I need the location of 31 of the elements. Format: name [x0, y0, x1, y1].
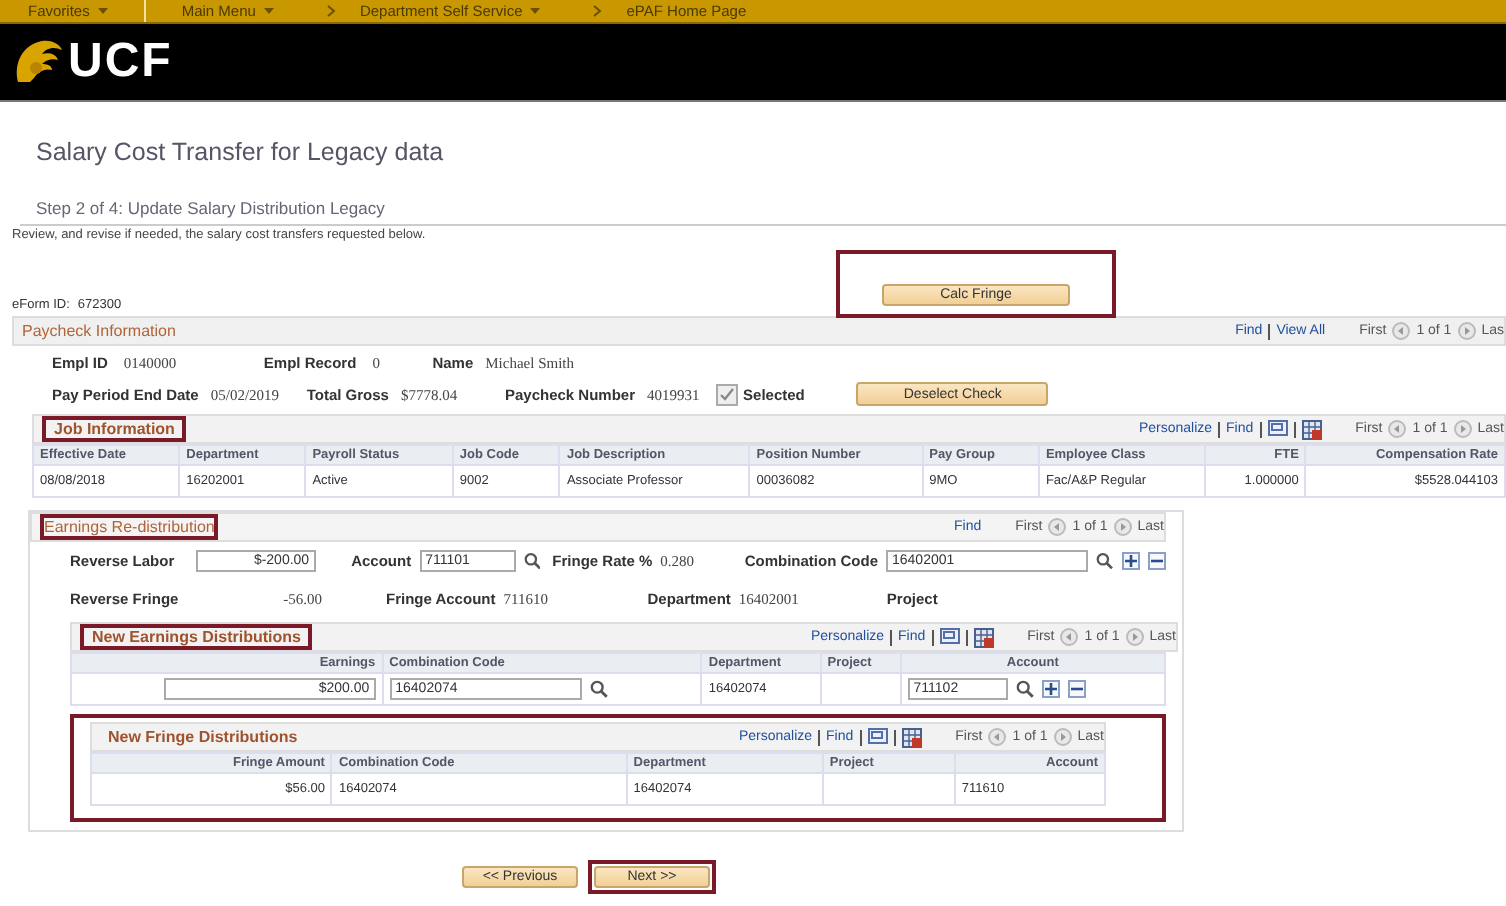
- zoom-grid-icon[interactable]: [1267, 420, 1288, 438]
- delete-row-button[interactable]: [1148, 551, 1166, 569]
- step-heading: Step 2 of 4: Update Salary Distribution Legacy: [36, 198, 387, 218]
- dropdown-arrow-icon: [263, 8, 274, 14]
- pegasus-logo-icon: [12, 38, 64, 86]
- delete-row-button[interactable]: [1067, 680, 1086, 698]
- search-icon[interactable]: [1015, 680, 1034, 698]
- add-row-button[interactable]: [1122, 551, 1140, 569]
- download-grid-icon[interactable]: [1301, 419, 1322, 439]
- logo-text: UCF: [68, 34, 173, 90]
- add-row-button[interactable]: [1041, 680, 1060, 698]
- dropdown-arrow-icon: [97, 8, 108, 14]
- zoom-grid-icon[interactable]: [867, 728, 888, 746]
- download-grid-icon[interactable]: [973, 627, 994, 647]
- minus-icon: [1069, 682, 1084, 696]
- section-title: Earnings Re-distribution: [40, 514, 219, 540]
- plus-icon: [1124, 553, 1138, 567]
- chevron-icon: [325, 4, 336, 18]
- search-icon[interactable]: [523, 551, 541, 569]
- plus-icon: [1043, 682, 1058, 696]
- page-title: Salary Cost Transfer for Legacy data: [36, 138, 446, 166]
- download-grid-icon[interactable]: [901, 727, 922, 747]
- search-icon[interactable]: [589, 680, 608, 698]
- section-title: New Fringe Distributions: [106, 728, 300, 746]
- section-title: Paycheck Information: [22, 322, 176, 340]
- dropdown-arrow-icon: [530, 8, 541, 14]
- section-title: New Earnings Distributions: [80, 624, 313, 650]
- section-title: Job Information: [42, 416, 187, 442]
- zoom-grid-icon[interactable]: [939, 628, 960, 646]
- chevron-icon: [592, 4, 603, 18]
- search-icon[interactable]: [1096, 551, 1114, 569]
